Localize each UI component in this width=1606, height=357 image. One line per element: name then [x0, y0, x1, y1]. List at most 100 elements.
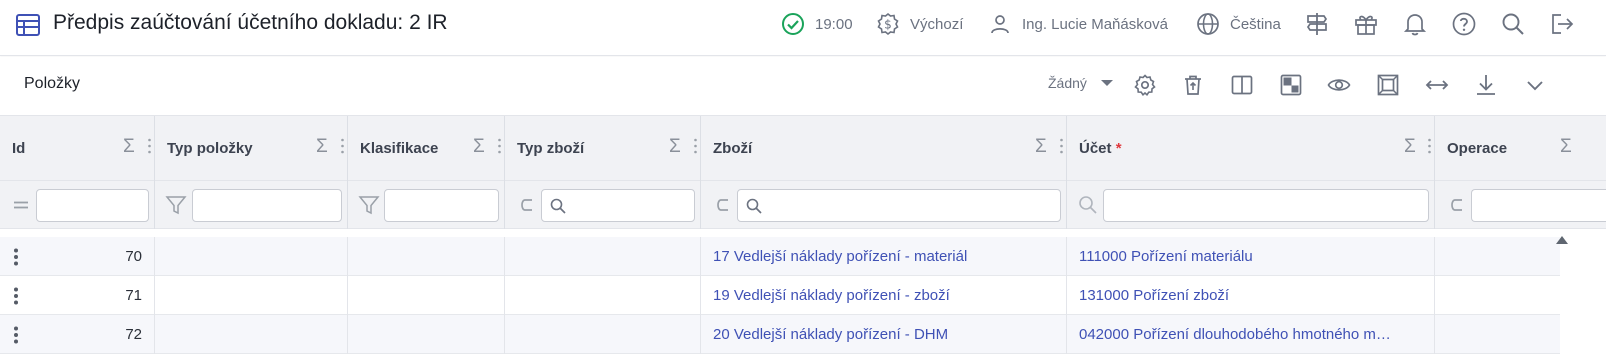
- search-icon[interactable]: [1077, 194, 1099, 216]
- column-label: Typ zboží: [517, 140, 585, 157]
- cell-typ-polozky: [155, 237, 348, 276]
- column-menu-icon[interactable]: [694, 138, 697, 154]
- expand-horizontal-icon[interactable]: [1425, 73, 1449, 97]
- fit-screen-icon[interactable]: [1376, 73, 1400, 97]
- search-icon: [550, 198, 566, 214]
- svg-text:$: $: [884, 18, 892, 32]
- logout-icon[interactable]: [1548, 11, 1574, 37]
- view-selector-value: Žádný: [1048, 75, 1087, 91]
- table-row[interactable]: 71 19 Vedlejší náklady pořízení - zboží …: [0, 276, 1560, 315]
- sigma-icon[interactable]: Σ: [123, 136, 135, 158]
- cell-zbozi-link[interactable]: 20 Vedlejší náklady pořízení - DHM: [701, 315, 1067, 354]
- equals-icon[interactable]: [10, 194, 32, 216]
- cell-id: 72: [0, 315, 155, 354]
- cell-klasifikace: [348, 276, 505, 315]
- required-marker: *: [1115, 140, 1122, 157]
- filter-cell-operace: [1435, 181, 1606, 229]
- sigma-icon[interactable]: Σ: [1404, 136, 1416, 158]
- column-menu-icon[interactable]: [148, 138, 151, 154]
- sigma-icon[interactable]: Σ: [316, 136, 328, 158]
- cell-id: 70: [0, 237, 155, 276]
- check-circle-icon: [782, 13, 804, 35]
- subset-icon[interactable]: [1445, 194, 1467, 216]
- filter-cell-id: [0, 181, 155, 229]
- column-label: Operace: [1447, 140, 1508, 157]
- filter-input-klasifikace[interactable]: [384, 189, 499, 222]
- delete-icon[interactable]: [1181, 73, 1205, 97]
- chevron-down-icon[interactable]: [1523, 73, 1547, 97]
- user-menu[interactable]: Ing. Lucie Maňásková: [988, 10, 1168, 38]
- filter-input-zbozi[interactable]: [737, 189, 1061, 222]
- sigma-icon[interactable]: Σ: [669, 136, 681, 158]
- cell-ucet-link[interactable]: 042000 Pořízení dlouhodobého hmotného m…: [1067, 315, 1435, 354]
- filter-cell-typ-zbozi: [505, 181, 701, 229]
- column-header-klasifikace[interactable]: Klasifikace Σ: [348, 116, 505, 182]
- column-label: Klasifikace: [360, 140, 439, 157]
- language-label: Čeština: [1230, 15, 1281, 33]
- cell-ucet-link[interactable]: 111000 Pořízení materiálu: [1067, 237, 1435, 276]
- column-menu-icon[interactable]: [1428, 138, 1431, 154]
- cell-typ-zbozi: [505, 276, 701, 315]
- language-selector[interactable]: Čeština: [1196, 10, 1281, 38]
- column-label-text: Účet: [1079, 140, 1112, 157]
- sigma-icon[interactable]: Σ: [1560, 136, 1572, 158]
- cell-operace: [1435, 315, 1560, 354]
- column-header-typ-polozky[interactable]: Typ položky Σ: [155, 116, 348, 182]
- sigma-icon[interactable]: Σ: [473, 136, 485, 158]
- filter-cell-zbozi: [701, 181, 1067, 229]
- filter-funnel-icon[interactable]: [358, 194, 380, 216]
- items-grid: Id Σ Typ položky Σ Klasifikace Σ Typ zbo…: [0, 115, 1606, 357]
- column-label: Účet *: [1079, 140, 1122, 157]
- time-label: 19:00: [815, 15, 853, 33]
- column-menu-icon[interactable]: [341, 138, 344, 154]
- bell-icon[interactable]: [1402, 11, 1428, 37]
- filter-input-operace[interactable]: [1471, 189, 1606, 222]
- gear-icon[interactable]: [1133, 73, 1157, 97]
- table-row[interactable]: 72 20 Vedlejší náklady pořízení - DHM 04…: [0, 315, 1560, 354]
- top-header: Předpis zaúčtování účetního dokladu: 2 I…: [0, 0, 1606, 56]
- column-header-typ-zbozi[interactable]: Typ zboží Σ: [505, 116, 701, 182]
- view-selector[interactable]: Žádný: [1048, 75, 1113, 91]
- filter-funnel-icon[interactable]: [165, 194, 187, 216]
- globe-icon: [1197, 13, 1219, 35]
- grid-header-row: Id Σ Typ položky Σ Klasifikace Σ Typ zbo…: [0, 115, 1606, 182]
- filter-input-id[interactable]: [36, 189, 149, 222]
- filter-input-ucet[interactable]: [1103, 189, 1429, 222]
- download-icon[interactable]: [1474, 73, 1498, 97]
- column-menu-icon[interactable]: [1060, 138, 1063, 154]
- column-header-ucet[interactable]: Účet * Σ: [1067, 116, 1435, 182]
- scroll-up-arrow-icon[interactable]: [1556, 236, 1568, 244]
- signpost-icon[interactable]: [1304, 11, 1330, 37]
- user-name: Ing. Lucie Maňásková: [1022, 15, 1168, 33]
- cell-ucet-link[interactable]: 131000 Pořízení zboží: [1067, 276, 1435, 315]
- column-header-zbozi[interactable]: Zboží Σ: [701, 116, 1067, 182]
- cell-zbozi-link[interactable]: 19 Vedlejší náklady pořízení - zboží: [701, 276, 1067, 315]
- column-label: Typ položky: [167, 140, 253, 157]
- column-menu-icon[interactable]: [498, 138, 501, 154]
- column-label: Id: [12, 140, 26, 157]
- column-header-operace[interactable]: Operace Σ: [1435, 116, 1606, 182]
- search-icon[interactable]: [1500, 11, 1526, 37]
- subset-icon[interactable]: [711, 194, 733, 216]
- help-icon[interactable]: [1451, 11, 1477, 37]
- currency-label: Výchozí: [910, 15, 964, 33]
- column-header-id[interactable]: Id Σ: [0, 116, 155, 182]
- table-row[interactable]: 70 17 Vedlejší náklady pořízení - materi…: [0, 237, 1560, 276]
- currency-selector[interactable]: $ Výchozí: [876, 10, 963, 38]
- eye-icon[interactable]: [1327, 73, 1351, 97]
- page-title: Předpis zaúčtování účetního dokladu: 2 I…: [53, 11, 448, 34]
- time-indicator[interactable]: 19:00: [781, 10, 853, 38]
- split-view-icon[interactable]: [1230, 73, 1254, 97]
- filter-input-typ-zbozi[interactable]: [541, 189, 695, 222]
- sigma-icon[interactable]: Σ: [1035, 136, 1047, 158]
- filter-cell-typ-polozky: [155, 181, 348, 229]
- cell-typ-zbozi: [505, 315, 701, 354]
- gift-icon[interactable]: [1353, 11, 1379, 37]
- cell-zbozi-link[interactable]: 17 Vedlejší náklady pořízení - materiál: [701, 237, 1067, 276]
- filter-input-typ-polozky[interactable]: [192, 189, 342, 222]
- table-icon[interactable]: [15, 12, 41, 38]
- layout-icon[interactable]: [1279, 73, 1303, 97]
- subset-icon[interactable]: [515, 194, 537, 216]
- column-label: Zboží: [713, 140, 753, 157]
- user-icon: [991, 15, 1009, 34]
